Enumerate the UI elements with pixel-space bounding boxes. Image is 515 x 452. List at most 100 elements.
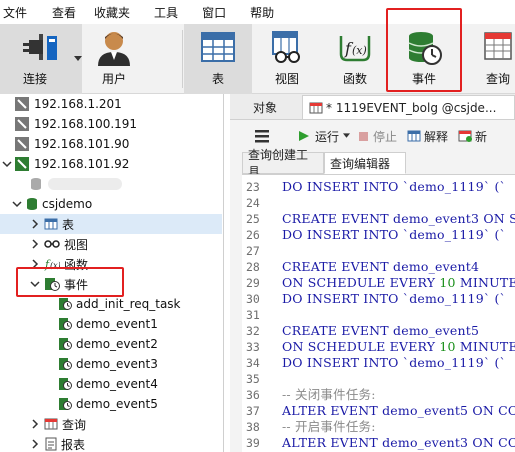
code-line: 24 [242, 195, 515, 211]
view-button[interactable]: 视图 [254, 24, 320, 94]
code-line: 32 CREATE EVENT demo_event5 [242, 323, 515, 339]
code-line: 26 DO INSERT INTO `demo_1119` (` [242, 227, 515, 243]
event-item[interactable]: demo_event2 [58, 334, 158, 354]
code-text: CREATE EVENT demo_event4 [282, 259, 479, 275]
new-query-icon[interactable] [458, 130, 473, 142]
glasses-icon [44, 240, 60, 248]
menu-file[interactable]: 文件 [0, 4, 38, 21]
event-icon [59, 378, 72, 390]
code-token: -- 开启事件任务: [282, 419, 376, 434]
event-item[interactable]: demo_event5 [58, 394, 158, 414]
sql-editor[interactable]: 23 DO INSERT INTO `demo_1119` (` 24 25 CREAT… [242, 174, 515, 452]
stop-icon[interactable] [358, 131, 369, 142]
user-icon [98, 32, 130, 66]
event-item[interactable]: demo_event1 [58, 314, 158, 334]
connection-item[interactable]: 192.168.101.90 [14, 134, 129, 154]
code-text: -- 开启事件任务: [282, 419, 376, 435]
tree-node-views[interactable]: 视图 [30, 234, 88, 254]
subtab-label: 查询编辑器 [330, 156, 391, 171]
code-line: 23 DO INSERT INTO `demo_1119` (` [242, 179, 515, 195]
menu-help[interactable]: 帮助 [248, 4, 285, 21]
code-token: ON S [483, 211, 515, 226]
function-icon: f (x) [339, 36, 371, 62]
code-token: MINUTE S [459, 275, 515, 290]
event-item[interactable]: demo_event3 [58, 354, 158, 374]
user-button[interactable]: 用户 [84, 24, 144, 94]
connection-icon [15, 137, 29, 151]
tab-query-builder[interactable]: 查询创建工具 [242, 148, 324, 179]
code-text: DO INSERT INTO `demo_1119` (` [282, 291, 506, 307]
code-token: DO INSERT INTO [282, 291, 399, 306]
menu-tools[interactable]: 工具 [152, 4, 200, 21]
table-button[interactable]: 表 [184, 24, 252, 94]
function-button[interactable]: f (x) 函数 [322, 24, 388, 94]
tree-node-label: 表 [62, 217, 75, 232]
connection-item[interactable]: 192.168.1.201 [14, 94, 122, 114]
event-label: demo_event3 [76, 357, 158, 371]
event-item[interactable]: add_init_req_task [58, 294, 181, 314]
query-icon [44, 418, 58, 430]
code-line: 33 ON SCHEDULE EVERY 10 MINUTE S [242, 339, 515, 355]
hamburger-menu-icon[interactable] [254, 129, 270, 143]
line-number: 37 [246, 404, 260, 418]
code-line: 36 -- 关闭事件任务: [242, 387, 515, 403]
code-line: 34 DO INSERT INTO `demo_1119` (` [242, 355, 515, 371]
chevron-down-icon[interactable] [343, 133, 351, 139]
connect-button[interactable]: 连接 [0, 24, 82, 94]
database-item-csjdemo[interactable]: csjdemo [12, 194, 92, 214]
code-text: DO INSERT INTO `demo_1119` (` [282, 179, 506, 195]
menu-favorites[interactable]: 收藏夹 [92, 4, 152, 21]
code-token: ALTER EVENT [282, 435, 378, 450]
menu-window[interactable]: 窗口 [200, 4, 248, 21]
connection-label: 192.168.1.201 [34, 97, 122, 111]
svg-text:(x): (x) [352, 44, 367, 57]
line-number: 25 [246, 212, 260, 226]
menu-view[interactable]: 查看 [38, 4, 92, 21]
run-button[interactable]: 运行 [315, 128, 339, 145]
new-button[interactable]: 新 [475, 128, 487, 145]
event-item[interactable]: demo_event4 [58, 374, 158, 394]
table-icon [44, 218, 58, 230]
tree-node-label: 视图 [64, 237, 89, 252]
blurred-label [48, 178, 122, 190]
code-token: `demo_1119` (` [398, 291, 506, 306]
query-label: 查询 [485, 72, 510, 86]
chevron-right-icon[interactable] [30, 439, 40, 449]
connection-label: 192.168.101.90 [34, 137, 130, 151]
code-line: 37 ALTER EVENT demo_event5 ON CO [242, 403, 515, 419]
chevron-down-icon[interactable] [12, 199, 22, 209]
tree-node-tables[interactable]: 表 [30, 214, 74, 234]
document-tabs: 对象 * 1119EVENT_bolg @csjde... [230, 94, 515, 120]
code-token: -- 关闭事件任务: [282, 387, 376, 402]
chevron-right-icon[interactable] [30, 239, 40, 249]
code-line: 28 CREATE EVENT demo_event4 [242, 259, 515, 275]
stop-button[interactable]: 停止 [373, 128, 397, 145]
line-number: 27 [246, 244, 260, 258]
explain-button[interactable]: 解释 [424, 128, 448, 145]
explain-icon[interactable] [407, 130, 421, 142]
tab-label: 对象 [252, 100, 277, 115]
query-icon [484, 32, 512, 60]
line-number: 31 [246, 308, 260, 322]
line-number: 35 [246, 372, 260, 386]
tree-node-reports[interactable]: 报表 [30, 434, 85, 452]
play-icon[interactable] [298, 130, 310, 142]
connection-item-active[interactable]: 192.168.101.92 [2, 154, 129, 174]
tab-objects[interactable]: 对象 [230, 95, 300, 119]
tab-query-editor[interactable]: 查询编辑器 [324, 152, 406, 174]
chevron-down-icon[interactable] [2, 159, 12, 169]
code-line: 31 [242, 307, 515, 323]
code-token: CREATE EVENT [282, 259, 389, 274]
query-button[interactable]: 查询 [470, 24, 515, 94]
database-item-hidden[interactable] [30, 174, 122, 194]
code-token: `demo_1119` (` [398, 355, 506, 370]
tab-query[interactable]: * 1119EVENT_bolg @csjde... [302, 95, 515, 119]
event-icon [59, 298, 72, 310]
code-text: -- 关闭事件任务: [282, 387, 376, 403]
chevron-right-icon[interactable] [30, 219, 40, 229]
connection-label: 192.168.100.191 [34, 117, 138, 131]
connection-item[interactable]: 192.168.100.191 [14, 114, 137, 134]
code-text: ON SCHEDULE EVERY 10 MINUTE S [282, 339, 515, 355]
chevron-right-icon[interactable] [30, 419, 40, 429]
tree-node-queries[interactable]: 查询 [30, 414, 86, 434]
